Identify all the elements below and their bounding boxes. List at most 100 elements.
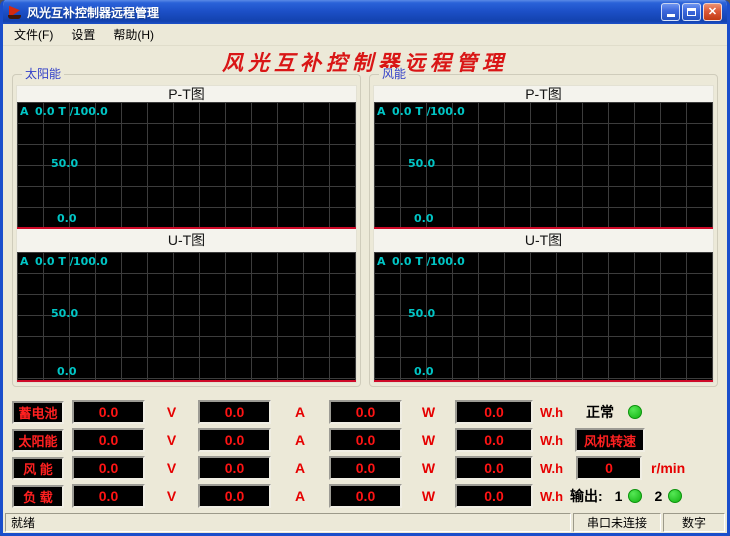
wind-current-display: 0.0 <box>198 456 271 480</box>
y-mid-label: 50.0 <box>408 307 435 320</box>
solar-pt-chart-title: P-T图 <box>17 86 356 102</box>
menu-file[interactable]: 文件(F) <box>5 24 62 45</box>
fan-speed-label: 风机转速 <box>575 428 645 452</box>
row-label-wind: 风 能 <box>12 457 64 480</box>
y-mid-label: 50.0 <box>408 157 435 170</box>
load-current-display: 0.0 <box>198 484 271 508</box>
battery-voltage-display: 0.0 <box>72 400 145 424</box>
maximize-icon <box>687 8 696 16</box>
solar-current-display: 0.0 <box>198 428 271 452</box>
unit-wh: W.h <box>533 433 570 448</box>
chart-baseline <box>374 227 713 229</box>
unit-a: A <box>271 404 329 420</box>
solar-group-legend: 太阳能 <box>22 68 64 81</box>
minimize-button[interactable] <box>661 3 680 21</box>
t-axis-label: 0.0 T / <box>392 255 431 268</box>
battery-power-display: 0.0 <box>329 400 402 424</box>
fan-speed-unit: r/min <box>651 460 685 476</box>
wind-pt-chart-canvas: A 0.0 T / 100.0 50.0 0.0 <box>374 102 713 229</box>
output-1-number: 1 <box>615 488 623 504</box>
y-axis-unit-label: A <box>20 105 29 118</box>
status-num-indicator: 数字 <box>663 513 725 532</box>
solar-ut-chart-title: U-T图 <box>17 229 356 252</box>
menubar: 文件(F) 设置 帮助(H) <box>3 24 727 46</box>
fan-speed-label-cell: 风机转速 <box>570 428 718 452</box>
solar-chart-panel: P-T图 A 0.0 T / 100.0 50.0 0.0 U-T图 A 0.0… <box>16 85 357 383</box>
app-logo-icon <box>7 4 23 20</box>
menu-settings[interactable]: 设置 <box>62 24 104 45</box>
unit-a: A <box>271 432 329 448</box>
unit-w: W <box>402 460 455 476</box>
titlebar[interactable]: 风光互补控制器远程管理 ✕ <box>3 0 727 24</box>
unit-w: W <box>402 488 455 504</box>
load-energy-display: 0.0 <box>455 484 533 508</box>
close-button[interactable]: ✕ <box>703 3 722 21</box>
y-axis-unit-label: A <box>20 255 29 268</box>
solar-energy-display: 0.0 <box>455 428 533 452</box>
unit-v: V <box>145 488 198 504</box>
output-2-number: 2 <box>654 488 662 504</box>
normal-status: 正常 <box>570 400 718 424</box>
menu-help[interactable]: 帮助(H) <box>104 24 163 45</box>
y-mid-label: 50.0 <box>51 157 78 170</box>
wind-ut-chart-canvas: A 0.0 T / 100.0 50.0 0.0 <box>374 252 713 382</box>
output-label: 输出: <box>570 486 603 506</box>
maximize-button[interactable] <box>682 3 701 21</box>
chart-baseline <box>17 380 356 382</box>
chart-groups: 太阳能 P-T图 A 0.0 T / 100.0 50.0 0.0 U-T图 A <box>12 74 718 387</box>
unit-v: V <box>145 404 198 420</box>
y-mid-label: 50.0 <box>51 307 78 320</box>
solar-pt-chart-canvas: A 0.0 T / 100.0 50.0 0.0 <box>17 102 356 229</box>
wind-power-display: 0.0 <box>329 456 402 480</box>
unit-v: V <box>145 460 198 476</box>
t-axis-label: 0.0 T / <box>392 105 431 118</box>
app-logo-hull <box>8 15 21 19</box>
page-title: 风光互补控制器远程管理 <box>3 47 727 74</box>
y-min-label: 0.0 <box>414 212 434 225</box>
battery-energy-display: 0.0 <box>455 400 533 424</box>
readings-grid: 蓄电池 0.0 V 0.0 A 0.0 W 0.0 W.h 正常 太阳能 0.0… <box>12 400 718 508</box>
y-min-label: 0.0 <box>57 212 77 225</box>
unit-wh: W.h <box>533 489 570 504</box>
app-window: 风光互补控制器远程管理 ✕ 文件(F) 设置 帮助(H) 风光互补控制器远程管理… <box>0 0 730 536</box>
solar-group: 太阳能 P-T图 A 0.0 T / 100.0 50.0 0.0 U-T图 A <box>12 74 361 387</box>
y-min-label: 0.0 <box>57 365 77 378</box>
client-area: 风光互补控制器远程管理 太阳能 P-T图 A 0.0 T / 100.0 50.… <box>3 46 727 511</box>
wind-energy-display: 0.0 <box>455 456 533 480</box>
unit-a: A <box>271 488 329 504</box>
unit-wh: W.h <box>533 461 570 476</box>
solar-voltage-display: 0.0 <box>72 428 145 452</box>
wind-ut-chart-title: U-T图 <box>374 229 713 252</box>
row-label-load: 负 载 <box>12 485 64 508</box>
row-label-battery: 蓄电池 <box>12 401 64 424</box>
t-axis-label: 0.0 T / <box>35 255 74 268</box>
chart-baseline <box>374 380 713 382</box>
window-title: 风光互补控制器远程管理 <box>27 4 657 21</box>
y-max-label: 100.0 <box>430 255 465 268</box>
window-controls: ✕ <box>661 3 722 21</box>
wind-voltage-display: 0.0 <box>72 456 145 480</box>
close-icon: ✕ <box>708 7 717 18</box>
wind-pt-chart-title: P-T图 <box>374 86 713 102</box>
statusbar: 就绪 串口未连接 数字 <box>3 511 727 533</box>
y-max-label: 100.0 <box>73 255 108 268</box>
wind-group: 风能 P-T图 A 0.0 T / 100.0 50.0 0.0 U-T图 A … <box>369 74 718 387</box>
fan-speed-value-cell: 0 r/min <box>570 456 718 480</box>
output-1-led <box>628 489 642 503</box>
output-2-led <box>668 489 682 503</box>
unit-wh: W.h <box>533 405 570 420</box>
unit-a: A <box>271 460 329 476</box>
y-axis-unit-label: A <box>377 255 386 268</box>
chart-baseline <box>17 227 356 229</box>
unit-w: W <box>402 432 455 448</box>
output-status: 输出: 1 2 <box>570 484 718 508</box>
normal-indicator-led <box>628 405 642 419</box>
unit-v: V <box>145 432 198 448</box>
battery-current-display: 0.0 <box>198 400 271 424</box>
minimize-icon <box>667 14 675 17</box>
solar-ut-chart-canvas: A 0.0 T / 100.0 50.0 0.0 <box>17 252 356 382</box>
y-max-label: 100.0 <box>73 105 108 118</box>
status-serial-connection: 串口未连接 <box>573 513 661 532</box>
y-min-label: 0.0 <box>414 365 434 378</box>
fan-speed-display: 0 <box>576 456 642 480</box>
